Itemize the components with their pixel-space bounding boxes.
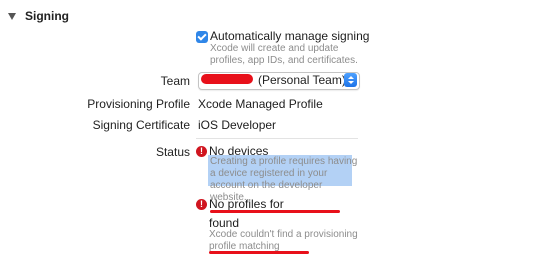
provisioning-profile-value: Xcode Managed Profile <box>198 97 323 111</box>
signing-certificate-label: Signing Certificate <box>92 118 190 132</box>
team-name-redaction <box>201 74 253 84</box>
auto-signing-help-text: Xcode will create and update profiles, a… <box>210 43 358 66</box>
error-title-found: found <box>209 216 240 230</box>
disclosure-triangle-icon[interactable] <box>8 12 16 20</box>
error-title-no-profiles: No profiles for <box>209 197 284 211</box>
auto-signing-label[interactable]: Automatically manage signing <box>210 29 369 43</box>
error-icon: ! <box>196 199 207 210</box>
divider <box>196 138 358 139</box>
status-label: Status <box>155 145 190 159</box>
error-icon: ! <box>196 146 207 157</box>
auto-signing-checkbox[interactable] <box>196 30 208 43</box>
profile-id-redaction <box>209 251 309 254</box>
bundle-id-redaction <box>210 210 340 213</box>
section-title: Signing <box>25 9 69 23</box>
team-label: Team <box>160 74 190 88</box>
error-help-no-profiles: Xcode couldn't find a provisioning profi… <box>209 229 358 252</box>
signing-certificate-value: iOS Developer <box>198 118 277 132</box>
signing-section-header[interactable]: Signing <box>8 7 69 25</box>
checkmark-icon <box>197 30 207 41</box>
team-value: (Personal Team) <box>258 73 346 87</box>
provisioning-profile-label: Provisioning Profile <box>87 97 190 111</box>
up-down-chevron-icon[interactable] <box>344 73 357 87</box>
